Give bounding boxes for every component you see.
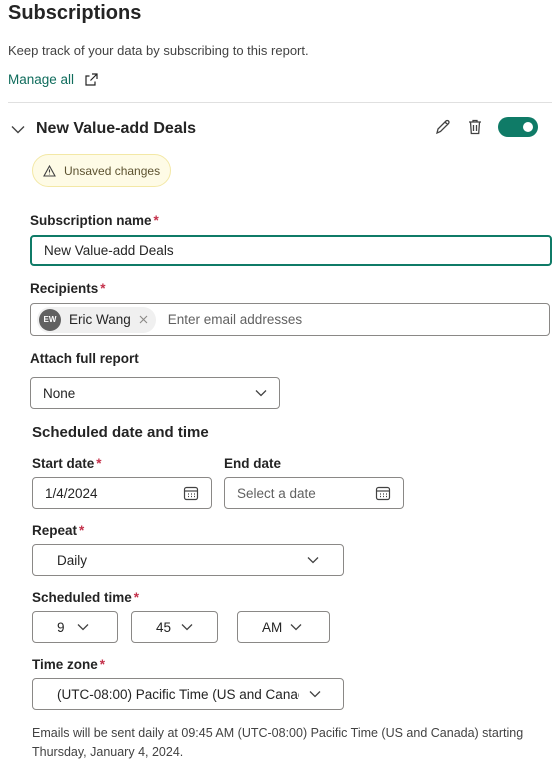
delete-icon[interactable] [466, 118, 484, 136]
minute-value: 45 [156, 619, 172, 635]
subscription-title: New Value-add Deals [36, 120, 197, 137]
attach-report-dropdown[interactable]: None [30, 377, 280, 409]
start-date-label-text: Start date [32, 456, 95, 471]
ampm-value: AM [262, 619, 283, 635]
edit-icon[interactable] [434, 118, 452, 136]
time-zone-value: (UTC-08:00) Pacific Time (US and Canac [57, 686, 299, 702]
start-date-label: Start date * [32, 456, 102, 471]
required-mark: * [79, 523, 85, 538]
scheduled-time-label-text: Scheduled time [32, 590, 132, 605]
scheduled-time-label: Scheduled time * [32, 590, 139, 605]
subscription-name-label-text: Subscription name [30, 213, 152, 228]
required-mark: * [133, 590, 140, 605]
unsaved-changes-badge: Unsaved changes [32, 154, 172, 187]
start-date-picker[interactable]: 1/4/2024 [32, 477, 212, 509]
recipients-label-text: Recipients [30, 281, 99, 296]
recipients-field[interactable]: EW Eric Wang Enter email addresses [30, 303, 550, 336]
recipients-placeholder: Enter email addresses [167, 312, 303, 327]
subscription-name-label: Subscription name * [30, 213, 159, 228]
chevron-down-icon [309, 690, 321, 698]
schedule-heading: Scheduled date and time [32, 424, 209, 441]
chevron-down-icon [307, 556, 319, 564]
warning-icon [43, 164, 56, 177]
subscription-name-value: New Value-add Deals [44, 243, 174, 258]
repeat-value: Daily [57, 552, 88, 568]
subscription-header: New Value-add Deals [8, 115, 538, 143]
required-mark: * [100, 281, 106, 296]
panel-title: Subscriptions [8, 2, 142, 24]
ampm-dropdown[interactable]: AM [237, 611, 330, 643]
avatar: EW [39, 308, 61, 331]
attach-report-label: Attach full report [30, 351, 139, 366]
chevron-down-icon [181, 623, 193, 631]
end-date-picker[interactable]: Select a date [224, 477, 404, 509]
calendar-icon[interactable] [375, 486, 391, 501]
schedule-summary: Emails will be sent daily at 09:45 AM (U… [32, 726, 524, 759]
hour-value: 9 [57, 619, 65, 635]
time-zone-label-text: Time zone [32, 657, 98, 672]
required-mark: * [96, 456, 102, 471]
unsaved-changes-text: Unsaved changes [64, 163, 161, 178]
recipient-chip: EW Eric Wang [37, 306, 156, 333]
calendar-icon[interactable] [183, 486, 199, 501]
manage-all-label: Manage all [8, 72, 75, 87]
required-mark: * [153, 213, 159, 228]
start-date-value: 1/4/2024 [45, 485, 98, 501]
recipient-name: Eric Wang [69, 312, 131, 327]
time-zone-dropdown[interactable]: (UTC-08:00) Pacific Time (US and Canac [32, 678, 344, 710]
chevron-down-icon[interactable] [8, 125, 28, 134]
chevron-down-icon [77, 623, 89, 631]
panel-description: Keep track of your data by subscribing t… [8, 43, 309, 58]
manage-all-link[interactable]: Manage all [8, 72, 98, 87]
open-external-icon [84, 72, 98, 87]
repeat-dropdown[interactable]: Daily [32, 544, 344, 576]
end-date-placeholder: Select a date [237, 485, 316, 501]
subscription-toggle[interactable] [498, 117, 538, 137]
recipients-label: Recipients * [30, 281, 106, 296]
end-date-label: End date [224, 456, 282, 471]
minute-dropdown[interactable]: 45 [131, 611, 218, 643]
repeat-label: Repeat * [32, 523, 84, 538]
time-zone-label: Time zone * [32, 657, 105, 672]
subscription-name-input[interactable]: New Value-add Deals [30, 235, 552, 266]
hour-dropdown[interactable]: 9 [32, 611, 118, 643]
divider [8, 102, 552, 103]
repeat-label-text: Repeat [32, 523, 78, 538]
chevron-down-icon [290, 623, 302, 631]
remove-recipient-icon[interactable] [139, 315, 148, 324]
attach-report-value: None [43, 385, 76, 401]
chevron-down-icon [255, 389, 267, 397]
required-mark: * [99, 657, 106, 672]
